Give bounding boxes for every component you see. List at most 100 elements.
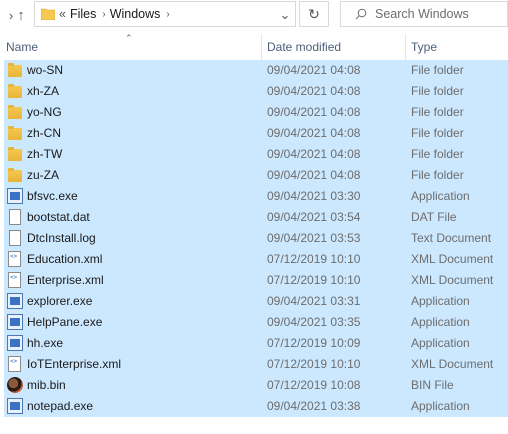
file-row[interactable]: HelpPane.exe 09/04/2021 03:35 Application [4,312,508,333]
file-date: 09/04/2021 03:38 [267,399,361,413]
search-icon [355,8,367,20]
image-icon [7,377,23,393]
file-date: 09/04/2021 04:08 [267,105,361,119]
file-date: 09/04/2021 03:53 [267,231,361,245]
file-date: 09/04/2021 03:35 [267,315,361,329]
file-type: Application [411,315,470,329]
chevron-right-icon[interactable]: › [166,9,169,20]
file-type: Application [411,294,470,308]
file-type: File folder [411,168,464,182]
file-date: 09/04/2021 04:08 [267,147,361,161]
file-date: 09/04/2021 04:08 [267,126,361,140]
file-row[interactable]: zh-CN 09/04/2021 04:08 File folder [4,123,508,144]
file-type: XML Document [411,252,494,266]
xml-icon [8,272,21,288]
file-name: IoTEnterprise.xml [27,357,122,371]
column-type-header[interactable]: Type [411,34,437,60]
file-name: zu-ZA [27,168,60,182]
file-name: HelpPane.exe [27,315,103,329]
file-row[interactable]: notepad.exe 09/04/2021 03:38 Application [4,396,508,417]
application-icon [7,314,23,330]
address-bar[interactable]: « Files › Windows › [34,1,296,27]
file-type: DAT File [411,210,457,224]
file-date: 07/12/2019 10:08 [267,378,361,392]
file-row[interactable]: zu-ZA 09/04/2021 04:08 File folder [4,165,508,186]
file-date: 07/12/2019 10:10 [267,273,361,287]
folder-icon [8,147,22,161]
folder-icon [8,63,22,77]
file-date: 09/04/2021 03:54 [267,210,361,224]
file-date: 07/12/2019 10:09 [267,336,361,350]
file-name: bootstat.dat [27,210,90,224]
file-row[interactable]: xh-ZA 09/04/2021 04:08 File folder [4,81,508,102]
column-header: Name ⌃ Date modified Type [0,33,508,60]
chevron-down-icon[interactable]: ⌄ [274,0,296,30]
file-row[interactable]: Education.xml 07/12/2019 10:10 XML Documen… [4,249,508,270]
sort-ascending-icon: ⌃ [125,33,133,43]
file-type: File folder [411,84,464,98]
file-row[interactable]: hh.exe 07/12/2019 10:09 Application [4,333,508,354]
document-icon [9,230,21,246]
file-name: notepad.exe [27,399,94,413]
file-type: BIN File [411,378,454,392]
file-name: xh-ZA [27,84,60,98]
up-arrow-button[interactable]: ↑ [10,0,32,30]
file-date: 09/04/2021 04:08 [267,63,361,77]
breadcrumb-overflow[interactable]: « [59,7,66,21]
file-type: Text Document [411,231,492,245]
application-icon [7,188,23,204]
file-type: File folder [411,63,464,77]
column-divider[interactable] [261,34,262,60]
file-row[interactable]: zh-TW 09/04/2021 04:08 File folder [4,144,508,165]
file-name: zh-TW [27,147,63,161]
address-toolbar: › ↑ « Files › Windows › ⌄ ↻ Search Windo… [0,0,508,30]
file-row[interactable]: Enterprise.xml 07/12/2019 10:10 XML Docume… [4,270,508,291]
column-divider[interactable] [405,34,406,60]
file-row[interactable]: wo-SN 09/04/2021 04:08 File folder [4,60,508,81]
file-type: Application [411,399,470,413]
breadcrumb-files[interactable]: Files [70,7,96,21]
file-name: zh-CN [27,126,62,140]
search-input[interactable]: Search Windows [340,1,508,27]
column-name-header[interactable]: Name [6,34,38,60]
file-name: Education.xml [27,252,103,266]
file-name: mib.bin [27,378,66,392]
file-type: File folder [411,105,464,119]
file-type: File folder [411,126,464,140]
file-name: DtcInstall.log [27,231,96,245]
refresh-button[interactable]: ↻ [299,1,329,27]
file-date: 09/04/2021 03:30 [267,189,361,203]
file-date: 07/12/2019 10:10 [267,252,361,266]
file-type: XML Document [411,357,494,371]
folder-icon [8,105,22,119]
file-row[interactable]: IoTEnterprise.xml 07/12/2019 10:10 XML Doc… [4,354,508,375]
chevron-right-icon[interactable]: › [102,9,105,20]
file-row[interactable]: bfsvc.exe 09/04/2021 03:30 Application [4,186,508,207]
search-placeholder: Search Windows [375,7,469,21]
file-row[interactable]: mib.bin 07/12/2019 10:08 BIN File [4,375,508,396]
file-name: bfsvc.exe [27,189,78,203]
file-row[interactable]: yo-NG 09/04/2021 04:08 File folder [4,102,508,123]
application-icon [7,398,23,414]
application-icon [7,335,23,351]
file-name: hh.exe [27,336,64,350]
column-date-header[interactable]: Date modified [267,34,341,60]
file-date: 09/04/2021 04:08 [267,84,361,98]
breadcrumb-windows[interactable]: Windows [110,7,161,21]
file-type: Application [411,336,470,350]
refresh-icon: ↻ [308,5,320,22]
file-name: explorer.exe [27,294,93,308]
file-type: File folder [411,147,464,161]
file-type: Application [411,189,470,203]
file-row[interactable]: DtcInstall.log 09/04/2021 03:53 Text Docum… [4,228,508,249]
file-type: XML Document [411,273,494,287]
file-row[interactable]: bootstat.dat 09/04/2021 03:54 DAT File [4,207,508,228]
folder-icon [8,84,22,98]
folder-icon [41,8,55,20]
file-row[interactable]: explorer.exe 09/04/2021 03:31 Application [4,291,508,312]
file-name: yo-NG [27,105,62,119]
application-icon [7,293,23,309]
file-name: Enterprise.xml [27,273,104,287]
file-date: 09/04/2021 03:31 [267,294,361,308]
xml-icon [8,251,21,267]
